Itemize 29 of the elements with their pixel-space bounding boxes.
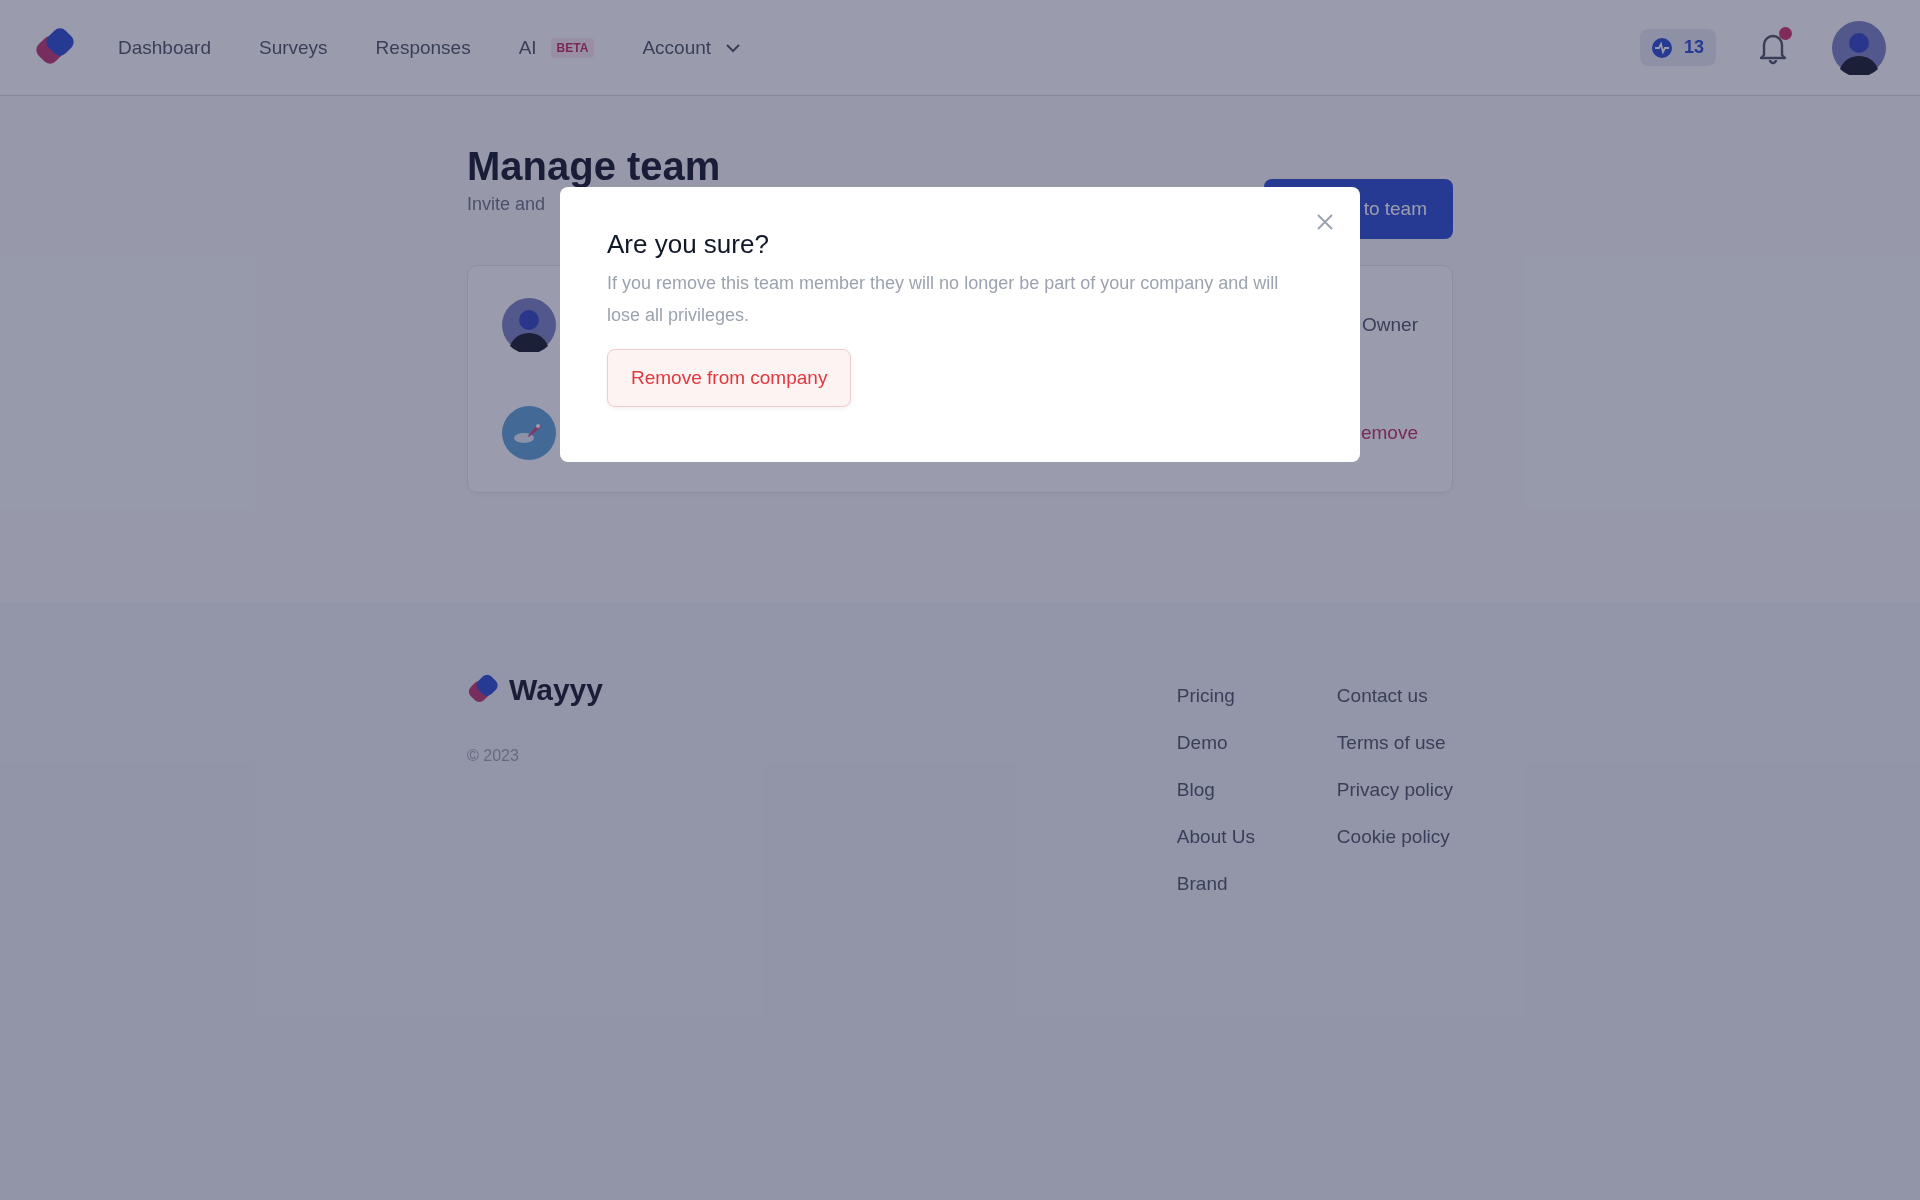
footer-link[interactable]: Blog: [1176, 777, 1287, 803]
chevron-down-icon[interactable]: [725, 42, 742, 53]
remove-link[interactable]: emove: [1360, 422, 1418, 444]
beta-badge: BETA: [550, 37, 595, 58]
dialog-message: If you remove this team member they will no longer be part of your company and will lose all privileges.: [607, 272, 1280, 327]
footer-link[interactable]: Privacy policy: [1336, 777, 1453, 803]
close-icon[interactable]: [1315, 212, 1335, 232]
activity-icon: [1651, 37, 1672, 58]
page-subtitle: Invite and: [467, 194, 547, 215]
avatar: [502, 406, 556, 460]
remove-button[interactable]: Remove from company: [607, 349, 852, 407]
nav-link[interactable]: Dashboard: [118, 36, 211, 59]
credits-badge[interactable]: 13: [1639, 29, 1716, 66]
footer-link[interactable]: Contact us: [1336, 683, 1453, 709]
footer-link[interactable]: Brand: [1176, 871, 1287, 897]
footer-link[interactable]: Pricing: [1176, 683, 1287, 709]
footer-link[interactable]: About Us: [1176, 824, 1287, 850]
nav-link[interactable]: Responses: [375, 36, 471, 59]
dialog-title: Are you sure?: [607, 228, 770, 261]
footer-link[interactable]: Demo: [1176, 730, 1287, 756]
footer-link[interactable]: Terms of use: [1336, 730, 1453, 756]
nav-link[interactable]: Account: [642, 36, 712, 59]
member-role: Owner: [1362, 314, 1418, 336]
avatar: [502, 298, 556, 352]
avatar[interactable]: [1832, 20, 1886, 75]
nav-link[interactable]: Surveys: [258, 36, 328, 59]
footer-link[interactable]: Cookie policy: [1336, 824, 1453, 850]
nav-link[interactable]: AI: [518, 36, 537, 59]
brand-name: Wayyy: [509, 673, 603, 707]
